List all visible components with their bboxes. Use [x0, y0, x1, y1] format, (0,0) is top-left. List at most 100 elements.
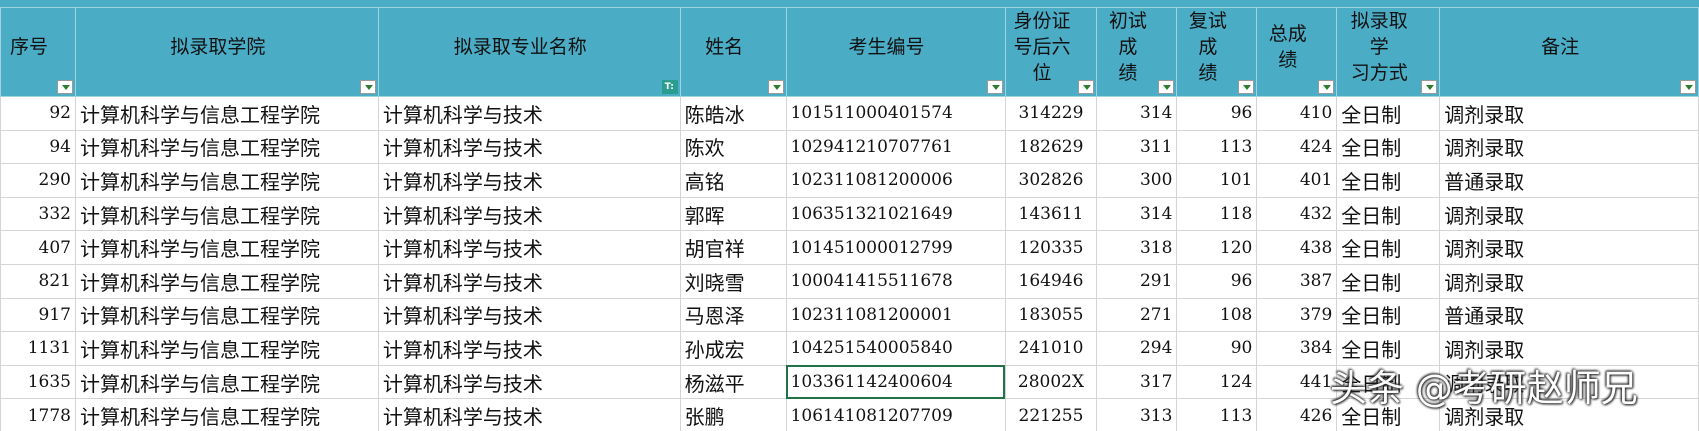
cell-college[interactable]: 计算机科学与信息工程学院 — [74, 129, 379, 165]
cell-note[interactable]: 调剂录取 — [1439, 129, 1699, 165]
cell-college[interactable]: 计算机科学与信息工程学院 — [74, 196, 379, 232]
cell-college[interactable]: 计算机科学与信息工程学院 — [74, 96, 379, 131]
filter-dropdown-icon[interactable] — [1421, 80, 1438, 94]
cell-seq[interactable]: 94 — [0, 129, 76, 165]
cell-mode[interactable]: 全日制 — [1336, 96, 1441, 131]
cell-exam-no[interactable]: 102941210707761 — [785, 129, 1006, 165]
filter-dropdown-icon[interactable] — [1158, 80, 1175, 94]
cell-exam-no[interactable]: 102311081200006 — [785, 163, 1006, 198]
cell-mode[interactable]: 全日制 — [1336, 129, 1441, 165]
cell-seq[interactable]: 1778 — [0, 398, 76, 431]
cell-seq[interactable]: 1131 — [0, 331, 76, 366]
cell-id6[interactable]: 183055 — [1004, 297, 1098, 333]
cell-id6[interactable]: 28002X — [1004, 364, 1098, 400]
cell-retest[interactable]: 113 — [1176, 129, 1258, 165]
cell-retest[interactable]: 118 — [1176, 196, 1258, 232]
cell-name[interactable]: 郭晖 — [679, 196, 787, 232]
cell-id6[interactable]: 182629 — [1004, 129, 1098, 165]
cell-retest[interactable]: 101 — [1176, 163, 1258, 198]
cell-college[interactable]: 计算机科学与信息工程学院 — [74, 163, 379, 198]
table-row[interactable]: 407 计算机科学与信息工程学院 计算机科学与技术 胡官祥 10145100001279… — [0, 230, 1699, 265]
cell-retest[interactable]: 96 — [1176, 96, 1258, 131]
cell-id6[interactable]: 164946 — [1004, 263, 1098, 299]
cell-mode[interactable]: 全日制 — [1336, 230, 1441, 265]
cell-total[interactable]: 424 — [1256, 129, 1338, 165]
filter-dropdown-icon[interactable] — [986, 80, 1003, 94]
cell-mode[interactable]: 全日制 — [1336, 196, 1441, 232]
cell-total[interactable]: 401 — [1256, 163, 1338, 198]
table-row[interactable]: 94 计算机科学与信息工程学院 计算机科学与技术 陈欢 102941210707761 1… — [0, 129, 1699, 165]
filter-dropdown-icon[interactable] — [56, 80, 73, 94]
cell-total[interactable]: 432 — [1256, 196, 1338, 232]
cell-first[interactable]: 311 — [1096, 129, 1178, 165]
cell-first[interactable]: 318 — [1096, 230, 1178, 265]
cell-retest[interactable]: 90 — [1176, 331, 1258, 366]
cell-note[interactable]: 调剂录取 — [1439, 96, 1699, 131]
cell-note[interactable]: 调剂录取 — [1439, 196, 1699, 232]
cell-name[interactable]: 陈皓冰 — [679, 96, 787, 131]
table-row[interactable]: 821 计算机科学与信息工程学院 计算机科学与技术 刘晓雪 10004141551167… — [0, 263, 1699, 299]
cell-name[interactable]: 陈欢 — [679, 129, 787, 165]
cell-exam-no[interactable]: 101451000012799 — [785, 230, 1006, 265]
cell-name[interactable]: 胡官祥 — [679, 230, 787, 265]
cell-name[interactable]: 张鹏 — [679, 398, 787, 431]
cell-id6[interactable]: 221255 — [1004, 398, 1098, 431]
cell-seq[interactable]: 917 — [0, 297, 76, 333]
cell-name[interactable]: 马恩泽 — [679, 297, 787, 333]
cell-first[interactable]: 314 — [1096, 196, 1178, 232]
cell-mode[interactable]: 全日制 — [1336, 163, 1441, 198]
cell-retest[interactable]: 120 — [1176, 230, 1258, 265]
cell-total[interactable]: 438 — [1256, 230, 1338, 265]
cell-major[interactable]: 计算机科学与技术 — [377, 129, 681, 165]
cell-seq[interactable]: 821 — [0, 263, 76, 299]
cell-retest[interactable]: 96 — [1176, 263, 1258, 299]
cell-major[interactable]: 计算机科学与技术 — [377, 297, 681, 333]
filter-dropdown-icon[interactable] — [1238, 80, 1255, 94]
cell-retest[interactable]: 113 — [1176, 398, 1258, 431]
cell-exam-no[interactable]: 106141081207709 — [785, 398, 1006, 431]
cell-college[interactable]: 计算机科学与信息工程学院 — [74, 398, 379, 431]
cell-college[interactable]: 计算机科学与信息工程学院 — [74, 331, 379, 366]
table-row[interactable]: 917 计算机科学与信息工程学院 计算机科学与技术 马恩泽 10231108120000… — [0, 297, 1699, 333]
cell-note[interactable]: 普通录取 — [1439, 163, 1699, 198]
cell-mode[interactable]: 全日制 — [1336, 297, 1441, 333]
cell-exam-no[interactable]: 101511000401574 — [785, 96, 1006, 131]
cell-total[interactable]: 426 — [1256, 398, 1338, 431]
cell-note[interactable]: 调剂录取 — [1439, 263, 1699, 299]
cell-major[interactable]: 计算机科学与技术 — [377, 364, 681, 400]
cell-name[interactable]: 孙成宏 — [679, 331, 787, 366]
cell-exam-no[interactable]: 104251540005840 — [785, 331, 1006, 366]
cell-college[interactable]: 计算机科学与信息工程学院 — [74, 263, 379, 299]
cell-mode[interactable]: 全日制 — [1336, 263, 1441, 299]
cell-major[interactable]: 计算机科学与技术 — [377, 263, 681, 299]
cell-name[interactable]: 刘晓雪 — [679, 263, 787, 299]
cell-seq[interactable]: 1635 — [0, 364, 76, 400]
cell-name[interactable]: 杨滋平 — [679, 364, 787, 400]
cell-retest[interactable]: 108 — [1176, 297, 1258, 333]
cell-id6[interactable]: 302826 — [1004, 163, 1098, 198]
cell-exam-no[interactable]: 102311081200001 — [785, 297, 1006, 333]
table-row[interactable]: 92 计算机科学与信息工程学院 计算机科学与技术 陈皓冰 101511000401574… — [0, 96, 1699, 131]
cell-first[interactable]: 313 — [1096, 398, 1178, 431]
cell-total[interactable]: 410 — [1256, 96, 1338, 131]
cell-college[interactable]: 计算机科学与信息工程学院 — [74, 297, 379, 333]
filter-dropdown-icon[interactable] — [1078, 80, 1095, 94]
cell-major[interactable]: 计算机科学与技术 — [377, 230, 681, 265]
filter-dropdown-icon[interactable] — [1680, 80, 1696, 94]
cell-total[interactable]: 441 — [1256, 364, 1338, 400]
cell-college[interactable]: 计算机科学与信息工程学院 — [74, 364, 379, 400]
filter-active-icon[interactable] — [661, 80, 678, 94]
cell-id6[interactable]: 241010 — [1004, 331, 1098, 366]
cell-total[interactable]: 379 — [1256, 297, 1338, 333]
cell-college[interactable]: 计算机科学与信息工程学院 — [74, 230, 379, 265]
cell-major[interactable]: 计算机科学与技术 — [377, 196, 681, 232]
cell-exam-no[interactable]: 103361142400604 — [785, 364, 1006, 400]
cell-first[interactable]: 271 — [1096, 297, 1178, 333]
cell-name[interactable]: 高铭 — [679, 163, 787, 198]
filter-dropdown-icon[interactable] — [359, 80, 376, 94]
cell-note[interactable]: 调剂录取 — [1439, 230, 1699, 265]
cell-seq[interactable]: 407 — [0, 230, 76, 265]
cell-seq[interactable]: 332 — [0, 196, 76, 232]
table-row[interactable]: 332 计算机科学与信息工程学院 计算机科学与技术 郭晖 106351321021649… — [0, 196, 1699, 232]
cell-retest[interactable]: 124 — [1176, 364, 1258, 400]
